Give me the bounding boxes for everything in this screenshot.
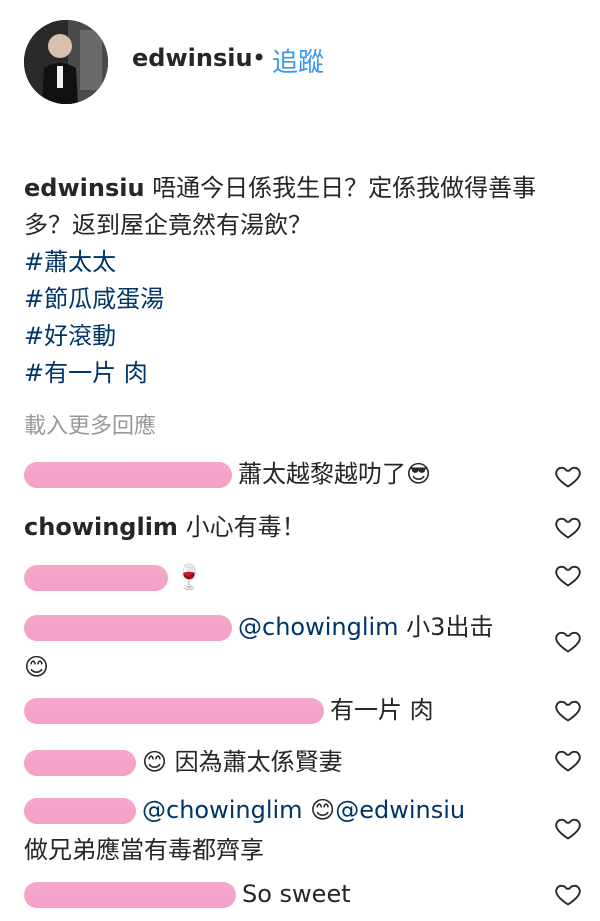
comment-body: 做兄弟應當有毒都齊享 — [24, 836, 264, 864]
comment-text: chowinglim 小心有毒！ — [24, 507, 544, 547]
heart-outline-icon[interactable] — [554, 814, 582, 842]
heart-outline-icon[interactable] — [554, 627, 582, 655]
redacted-username — [24, 750, 136, 776]
comment-body: 有一片 肉 — [330, 696, 434, 724]
mention-link[interactable]: @chowinglim — [238, 613, 399, 641]
comment-body: 蕭太越黎越叻了😎 — [238, 460, 432, 488]
redacted-username — [24, 462, 232, 488]
redacted-username — [24, 798, 136, 824]
load-more-comments[interactable]: 載入更多回應 — [24, 408, 156, 440]
mention-link[interactable]: @chowinglim — [142, 796, 303, 824]
separator-dot: • — [252, 44, 267, 72]
comment-text: 有一片 肉 — [24, 690, 544, 730]
comment-text: 😊 因為蕭太係賢妻 — [24, 742, 544, 782]
comment-row: 🍷 — [0, 555, 600, 601]
comment-text: So sweet — [24, 874, 544, 914]
heart-outline-icon[interactable] — [554, 462, 582, 490]
follow-button[interactable]: 追蹤 — [272, 42, 324, 79]
heart-outline-icon[interactable] — [554, 561, 582, 589]
post-header: edwinsiu • 追蹤 — [0, 0, 600, 115]
comment-body: 小心有毒！ — [185, 513, 306, 541]
hashtag[interactable]: #節瓜咸蛋湯 — [24, 281, 584, 318]
comment-row: 蕭太越黎越叻了😎 — [0, 452, 600, 498]
comment-body: 🍷 — [174, 563, 204, 591]
comment-row: 有一片 肉 — [0, 688, 600, 734]
comment-row: So sweet — [0, 872, 600, 918]
redacted-username — [24, 565, 168, 591]
comment-text: @chowinglim 小3出击 😊 — [24, 607, 514, 687]
redacted-username — [24, 882, 236, 908]
comment-text: 蕭太越黎越叻了😎 — [24, 454, 544, 494]
comment-body: 😊 因為蕭太係賢妻 — [142, 748, 343, 776]
comment-row: 😊 因為蕭太係賢妻 — [0, 740, 600, 786]
comment-row: @chowinglim 😊@edwinsiu 做兄弟應當有毒都齊享 — [0, 788, 600, 872]
redacted-username — [24, 698, 324, 724]
mention-link[interactable]: @edwinsiu — [335, 796, 465, 824]
post-caption: edwinsiu 唔通今日係我生日？定係我做得善事多？返到屋企竟然有湯飲？ #蕭… — [24, 170, 584, 392]
comment-text: 🍷 — [24, 557, 544, 597]
comment-username[interactable]: chowinglim — [24, 513, 178, 541]
comment-emoji: 😊 — [302, 796, 336, 824]
comment-text: @chowinglim 😊@edwinsiu 做兄弟應當有毒都齊享 — [24, 790, 524, 870]
heart-outline-icon[interactable] — [554, 513, 582, 541]
redacted-username — [24, 615, 232, 641]
caption-username[interactable]: edwinsiu — [24, 174, 145, 202]
header-username[interactable]: edwinsiu — [132, 44, 253, 72]
heart-outline-icon[interactable] — [554, 696, 582, 724]
avatar-photo — [24, 20, 108, 104]
avatar[interactable] — [24, 20, 108, 104]
heart-outline-icon[interactable] — [554, 880, 582, 908]
hashtag[interactable]: #蕭太太 — [24, 244, 584, 281]
comment-row: chowinglim 小心有毒！ — [0, 505, 600, 551]
hashtag[interactable]: #好滾動 — [24, 318, 584, 355]
hashtag[interactable]: #有一片 肉 — [24, 355, 584, 392]
comment-body: So sweet — [242, 880, 351, 908]
comment-row: @chowinglim 小3出击 😊 — [0, 605, 600, 689]
heart-outline-icon[interactable] — [554, 746, 582, 774]
